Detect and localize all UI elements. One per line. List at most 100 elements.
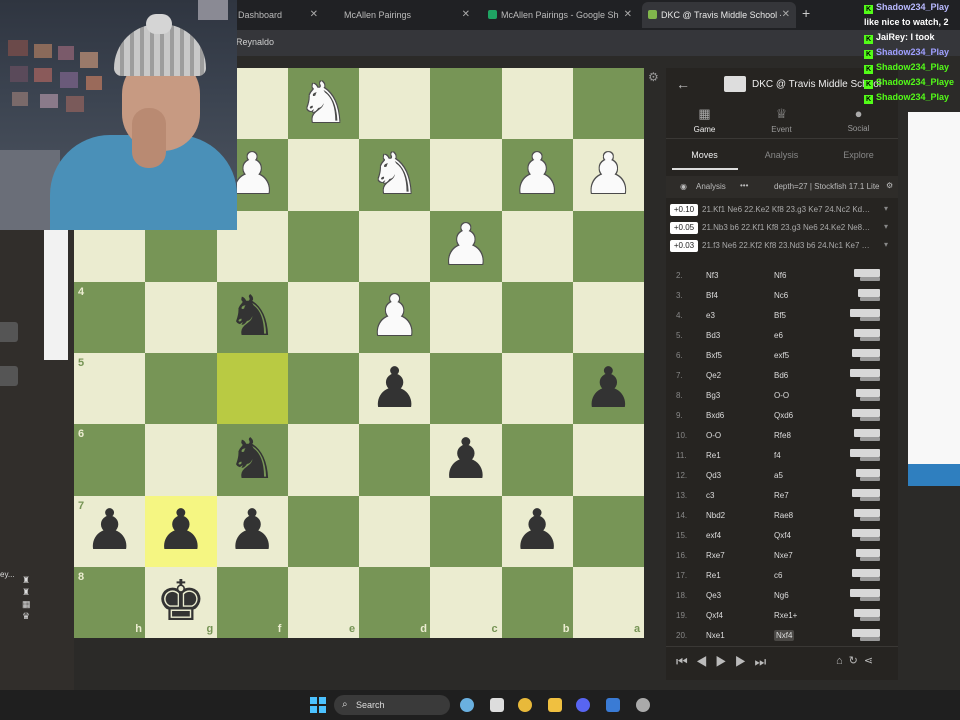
board-square[interactable] — [501, 281, 573, 353]
board-square[interactable] — [145, 281, 217, 353]
last-move-icon[interactable]: ⏭ — [755, 654, 775, 669]
more-options-icon[interactable]: ••• — [740, 181, 748, 190]
white-move[interactable]: Re1 — [706, 451, 721, 460]
black-move[interactable]: exf5 — [774, 351, 789, 360]
board-square[interactable] — [287, 281, 359, 353]
black-knight-icon[interactable]: ♞ — [217, 282, 288, 353]
board-settings-gear-icon[interactable]: ⚙ — [648, 70, 659, 84]
white-move[interactable]: Bxf5 — [706, 351, 722, 360]
engine-line[interactable]: +0.05 21.Nb3 b6 22.Kf1 Kf8 23.g3 Ne6 24.… — [666, 220, 898, 236]
board-square[interactable] — [430, 353, 502, 425]
piece-controls-icon[interactable]: ♜ ♜ ▦ ♛ — [22, 574, 31, 622]
black-move[interactable]: Rxe1+ — [774, 611, 797, 620]
black-move[interactable]: Nxe7 — [774, 551, 793, 560]
engine-line[interactable]: +0.10 21.Kf1 Ne6 22.Ke2 Kf8 23.g3 Ke7 24… — [666, 202, 898, 218]
board-square[interactable] — [359, 424, 431, 496]
tab-dkc-travis[interactable]: DKC @ Travis Middle School - ✕ — [642, 2, 796, 28]
windows-start-icon[interactable] — [310, 697, 326, 713]
black-pawn-icon[interactable]: ♟ — [430, 424, 501, 495]
board-square[interactable] — [74, 281, 146, 353]
board-square[interactable] — [216, 353, 288, 425]
chevron-down-icon[interactable]: ▾ — [884, 222, 888, 231]
previous-move-icon[interactable]: ◀ — [696, 654, 716, 669]
white-move[interactable]: exf4 — [706, 531, 721, 540]
tab-event[interactable]: ♕ Event — [743, 106, 820, 134]
white-knight-icon[interactable]: ♞ — [288, 68, 359, 139]
task-view-icon[interactable] — [490, 698, 504, 712]
board-square[interactable] — [501, 210, 573, 282]
close-icon[interactable]: ✕ — [624, 2, 632, 28]
white-move[interactable]: Bf4 — [706, 291, 718, 300]
new-tab-icon[interactable]: + — [802, 5, 810, 21]
side-button[interactable] — [0, 366, 18, 386]
file-explorer-icon[interactable] — [548, 698, 562, 712]
black-move[interactable]: c6 — [774, 571, 782, 580]
white-move[interactable]: O-O — [706, 431, 721, 440]
back-arrow-icon[interactable]: ← — [676, 76, 690, 92]
chevron-down-icon[interactable]: ▾ — [884, 204, 888, 213]
white-pawn-icon[interactable]: ♟ — [430, 211, 501, 282]
close-icon[interactable]: ✕ — [310, 2, 318, 28]
white-pawn-icon[interactable]: ♟ — [502, 139, 573, 210]
black-pawn-icon[interactable]: ♟ — [217, 496, 288, 567]
black-move[interactable]: Nxf4 — [774, 630, 795, 641]
board-square[interactable] — [572, 281, 644, 353]
board-square[interactable] — [359, 495, 431, 567]
white-move[interactable]: Qxf4 — [706, 611, 723, 620]
black-move[interactable]: Rae8 — [774, 511, 793, 520]
white-knight-icon[interactable]: ♞ — [359, 139, 430, 210]
black-move[interactable]: Qxf4 — [774, 531, 791, 540]
home-icon[interactable]: ⌂ — [836, 655, 849, 667]
close-icon[interactable]: ✕ — [462, 2, 470, 28]
chat-user[interactable]: JaiRey — [876, 32, 905, 42]
close-icon[interactable]: ✕ — [782, 2, 790, 28]
share-icon[interactable]: ⋖ — [864, 655, 879, 667]
tab-explore[interactable]: Explore — [820, 150, 897, 160]
board-square[interactable] — [501, 353, 573, 425]
black-move[interactable]: Nf6 — [774, 271, 786, 280]
tab-dashboard[interactable]: Dashboard ✕ — [232, 2, 324, 28]
board-square[interactable] — [430, 281, 502, 353]
black-knight-icon[interactable]: ♞ — [217, 424, 288, 495]
black-move[interactable]: Bf5 — [774, 311, 786, 320]
board-square[interactable] — [74, 424, 146, 496]
chat-user[interactable]: Shadow234_Play — [876, 47, 949, 57]
tab-google-sheets[interactable]: McAllen Pairings - Google Sheets ✕ — [482, 2, 638, 28]
board-square[interactable] — [430, 68, 502, 140]
black-move[interactable]: Ng6 — [774, 591, 789, 600]
app-icon[interactable] — [606, 698, 620, 712]
board-square[interactable] — [572, 424, 644, 496]
play-icon[interactable]: ▶ — [715, 654, 735, 669]
obs-icon[interactable] — [636, 698, 650, 712]
white-move[interactable]: c3 — [706, 491, 714, 500]
white-move[interactable]: e3 — [706, 311, 715, 320]
tab-mcallen-pairings[interactable]: McAllen Pairings ✕ — [338, 2, 476, 28]
board-square[interactable] — [572, 495, 644, 567]
black-pawn-icon[interactable]: ♟ — [573, 353, 644, 424]
white-move[interactable]: Rxe7 — [706, 551, 725, 560]
black-pawn-icon[interactable]: ♟ — [502, 496, 573, 567]
board-square[interactable] — [287, 424, 359, 496]
black-move[interactable]: a5 — [774, 471, 783, 480]
white-move[interactable]: Qd3 — [706, 471, 721, 480]
tab-moves[interactable]: Moves — [666, 150, 743, 160]
board-square[interactable] — [359, 210, 431, 282]
white-move[interactable]: Qe2 — [706, 371, 721, 380]
tab-game[interactable]: ▦ Game — [666, 106, 743, 134]
white-move[interactable]: Nf3 — [706, 271, 718, 280]
engine-toggle-icon[interactable]: ◉ — [680, 182, 687, 191]
black-pawn-icon[interactable]: ♟ — [359, 353, 430, 424]
discord-icon[interactable] — [576, 698, 590, 712]
board-square[interactable] — [501, 424, 573, 496]
tab-analysis[interactable]: Analysis — [743, 150, 820, 160]
black-move[interactable]: Re7 — [774, 491, 789, 500]
board-square[interactable] — [572, 210, 644, 282]
white-pawn-icon[interactable]: ♟ — [359, 282, 430, 353]
black-move[interactable]: O-O — [774, 391, 789, 400]
board-square[interactable] — [430, 139, 502, 211]
board-square[interactable] — [572, 68, 644, 140]
black-move[interactable]: f4 — [774, 451, 781, 460]
board-square[interactable] — [74, 353, 146, 425]
white-move[interactable]: Nxe1 — [706, 631, 725, 640]
chat-user[interactable]: Shadow234_Play — [876, 2, 949, 12]
